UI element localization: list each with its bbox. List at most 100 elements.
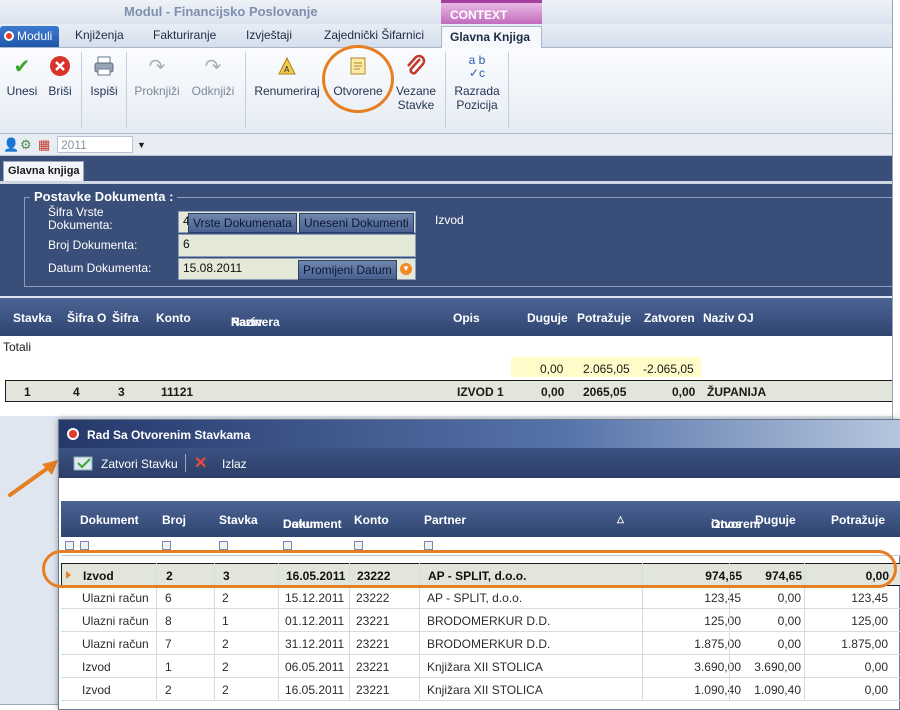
tab-izvjestaji[interactable]: Izvještaji bbox=[246, 28, 292, 48]
table-row[interactable]: Ulazni račun 7 2 31.12.2011 23221 BRODOM… bbox=[61, 632, 900, 655]
cell-duguje: 0,00 bbox=[541, 385, 565, 399]
datum-label: Datum Dokumenta: bbox=[48, 261, 152, 275]
cell-stavka: 2 bbox=[222, 637, 229, 651]
cell-dokument: Izvod bbox=[82, 683, 111, 697]
col-potrazuje[interactable]: Potražuje bbox=[577, 311, 631, 325]
chevron-down-icon[interactable]: ▼ bbox=[400, 263, 412, 275]
filter-icon[interactable] bbox=[162, 541, 171, 550]
table-row[interactable]: 1 4 3 11121 IZVOD 1 0,00 2065,05 0,00 ŽU… bbox=[5, 380, 892, 402]
col-partner[interactable]: Partner bbox=[424, 513, 466, 527]
cell-konto: 23221 bbox=[356, 614, 390, 628]
razrada-pozicija-button[interactable]: a b ✓c Razrada Pozicija bbox=[452, 53, 502, 113]
cell-partner: Knjižara XII STOLICA bbox=[427, 660, 543, 674]
filter-icon[interactable] bbox=[80, 541, 89, 550]
col-sifra[interactable]: Šifra bbox=[112, 311, 139, 325]
year-select[interactable]: 2011 bbox=[57, 136, 133, 153]
cell-sifra: 3 bbox=[118, 385, 125, 399]
vrste-dokumenata-button[interactable]: Vrste Dokumenata bbox=[188, 213, 297, 233]
cell-stavka: 1 bbox=[24, 385, 31, 399]
settings-icon[interactable]: ⚙ bbox=[20, 137, 32, 153]
unesi-button[interactable]: ✔ Unesi bbox=[6, 54, 38, 98]
redo-icon: ↷ bbox=[148, 56, 166, 78]
col-otvoreni-iznos[interactable]: Otvoreni iznos bbox=[657, 505, 760, 531]
table-row[interactable]: Ulazni račun 6 2 15.12.2011 23222 AP - S… bbox=[61, 586, 900, 609]
filter-icon[interactable] bbox=[283, 541, 292, 550]
cell-konto: 23221 bbox=[356, 683, 390, 697]
total-zatvoren: -2.065,05 bbox=[643, 362, 694, 376]
tab-glavna-knjiga[interactable]: Glavna Knjiga bbox=[441, 26, 542, 48]
col-sifra-o[interactable]: Šifra O bbox=[67, 311, 106, 325]
filter-icon[interactable] bbox=[424, 541, 433, 550]
otvoreni-line-2: iznos bbox=[711, 517, 742, 531]
callout-arrow-icon bbox=[8, 460, 58, 497]
izlaz-button[interactable]: Izlaz bbox=[222, 457, 247, 471]
sort-ascending-icon[interactable]: △ bbox=[617, 514, 624, 525]
odknjizi-button[interactable]: ↷ Odknjiži bbox=[188, 54, 238, 98]
document-settings-legend: Postavke Dokumenta : bbox=[30, 189, 178, 204]
cell-broj: 6 bbox=[165, 591, 172, 605]
uneseni-dokumenti-button[interactable]: Uneseni Dokumenti bbox=[299, 213, 414, 233]
document-settings-frame bbox=[24, 197, 892, 287]
dropdown-arrow-icon[interactable]: ▼ bbox=[137, 140, 146, 150]
ribbon-separator bbox=[508, 52, 509, 128]
close-icon[interactable]: ✕ bbox=[194, 453, 207, 473]
highlight-circle bbox=[322, 45, 394, 113]
ribbon: ✔ Unesi Briši Ispiši ↷ Proknjiži ↷ Odknj… bbox=[0, 48, 892, 134]
col-stavka[interactable]: Stavka bbox=[13, 311, 52, 325]
col-broj[interactable]: Broj bbox=[162, 513, 186, 527]
group-panel bbox=[59, 478, 900, 501]
svg-text:A: A bbox=[284, 65, 290, 74]
calendar-icon[interactable]: ▦ bbox=[38, 137, 50, 153]
col-zatvoren[interactable]: Zatvoren bbox=[644, 311, 695, 325]
cell-broj: 7 bbox=[165, 637, 172, 651]
cell-naziv-oj: ŽUPANIJA bbox=[707, 385, 767, 399]
tab-zajednicki-sifarnici[interactable]: Zajednički Šifarnici bbox=[324, 28, 424, 48]
cell-broj: 8 bbox=[165, 614, 172, 628]
col-konto[interactable]: Konto bbox=[156, 311, 191, 325]
tab-glavna-knjiga-doc[interactable]: Glavna knjiga bbox=[3, 161, 84, 181]
cell-potrazuje: 123,45 bbox=[851, 591, 888, 605]
vezane-stavke-button[interactable]: Vezane Stavke bbox=[394, 54, 438, 112]
ispisi-button[interactable]: Ispiši bbox=[88, 54, 120, 98]
tab-moduli[interactable]: Moduli bbox=[0, 26, 59, 47]
cell-potrazuje: 0,00 bbox=[864, 683, 888, 697]
table-row[interactable]: Izvod 1 2 06.05.2011 23221 Knjižara XII … bbox=[61, 655, 900, 678]
col-opis[interactable]: Opis bbox=[453, 311, 480, 325]
col-potrazuje[interactable]: Potražuje bbox=[831, 513, 885, 527]
col-naziv-oj[interactable]: Naziv OJ bbox=[703, 311, 754, 325]
table-row[interactable]: Ulazni račun 8 1 01.12.2011 23221 BRODOM… bbox=[61, 609, 900, 632]
col-dokument[interactable]: Dokument bbox=[80, 513, 139, 527]
col-duguje[interactable]: Duguje bbox=[755, 513, 796, 527]
filter-icon[interactable] bbox=[219, 541, 228, 550]
open-items-grid-header: Dokument Broj Stavka Datum Dokument Konto… bbox=[61, 501, 900, 537]
promijeni-datum-button[interactable]: Promijeni Datum bbox=[298, 260, 397, 280]
filter-icon[interactable] bbox=[65, 541, 74, 550]
renumeriraj-button[interactable]: A Renumeriraj bbox=[254, 54, 320, 98]
brisi-button[interactable]: Briši bbox=[44, 54, 76, 98]
undo-icon: ↷ bbox=[204, 56, 222, 78]
sifra-label-1: Šifra Vrste bbox=[48, 205, 104, 219]
tab-knjizenja[interactable]: Knjiženja bbox=[75, 28, 124, 48]
table-row[interactable]: Izvod 2 2 16.05.2011 23221 Knjižara XII … bbox=[61, 678, 900, 701]
unesi-label: Unesi bbox=[6, 84, 38, 98]
moduli-icon bbox=[4, 31, 14, 41]
spellcheck-icon: a b ✓c bbox=[468, 53, 486, 80]
proknjizi-button[interactable]: ↷ Proknjiži bbox=[132, 54, 182, 98]
zatvori-stavku-button[interactable]: Zatvori Stavku bbox=[101, 457, 178, 471]
col-konto[interactable]: Konto bbox=[354, 513, 389, 527]
cell-datum: 01.12.2011 bbox=[285, 614, 345, 628]
user-icon[interactable]: 👤 bbox=[3, 137, 19, 153]
col-duguje[interactable]: Duguje bbox=[527, 311, 568, 325]
tab-fakturiranje[interactable]: Fakturiranje bbox=[153, 28, 216, 48]
close-item-icon[interactable] bbox=[73, 454, 95, 475]
ribbon-separator bbox=[245, 52, 246, 128]
broj-field[interactable]: 6 bbox=[178, 234, 416, 257]
odknjizi-label: Odknjiži bbox=[191, 84, 235, 98]
highlight-callout bbox=[42, 550, 897, 588]
cell-potrazuje: 125,00 bbox=[851, 614, 888, 628]
col-stavka[interactable]: Stavka bbox=[219, 513, 258, 527]
cell-stavka: 1 bbox=[222, 614, 229, 628]
paperclip-icon bbox=[403, 54, 429, 80]
filter-icon[interactable] bbox=[354, 541, 363, 550]
total-potrazuje: 2.065,05 bbox=[583, 362, 630, 376]
